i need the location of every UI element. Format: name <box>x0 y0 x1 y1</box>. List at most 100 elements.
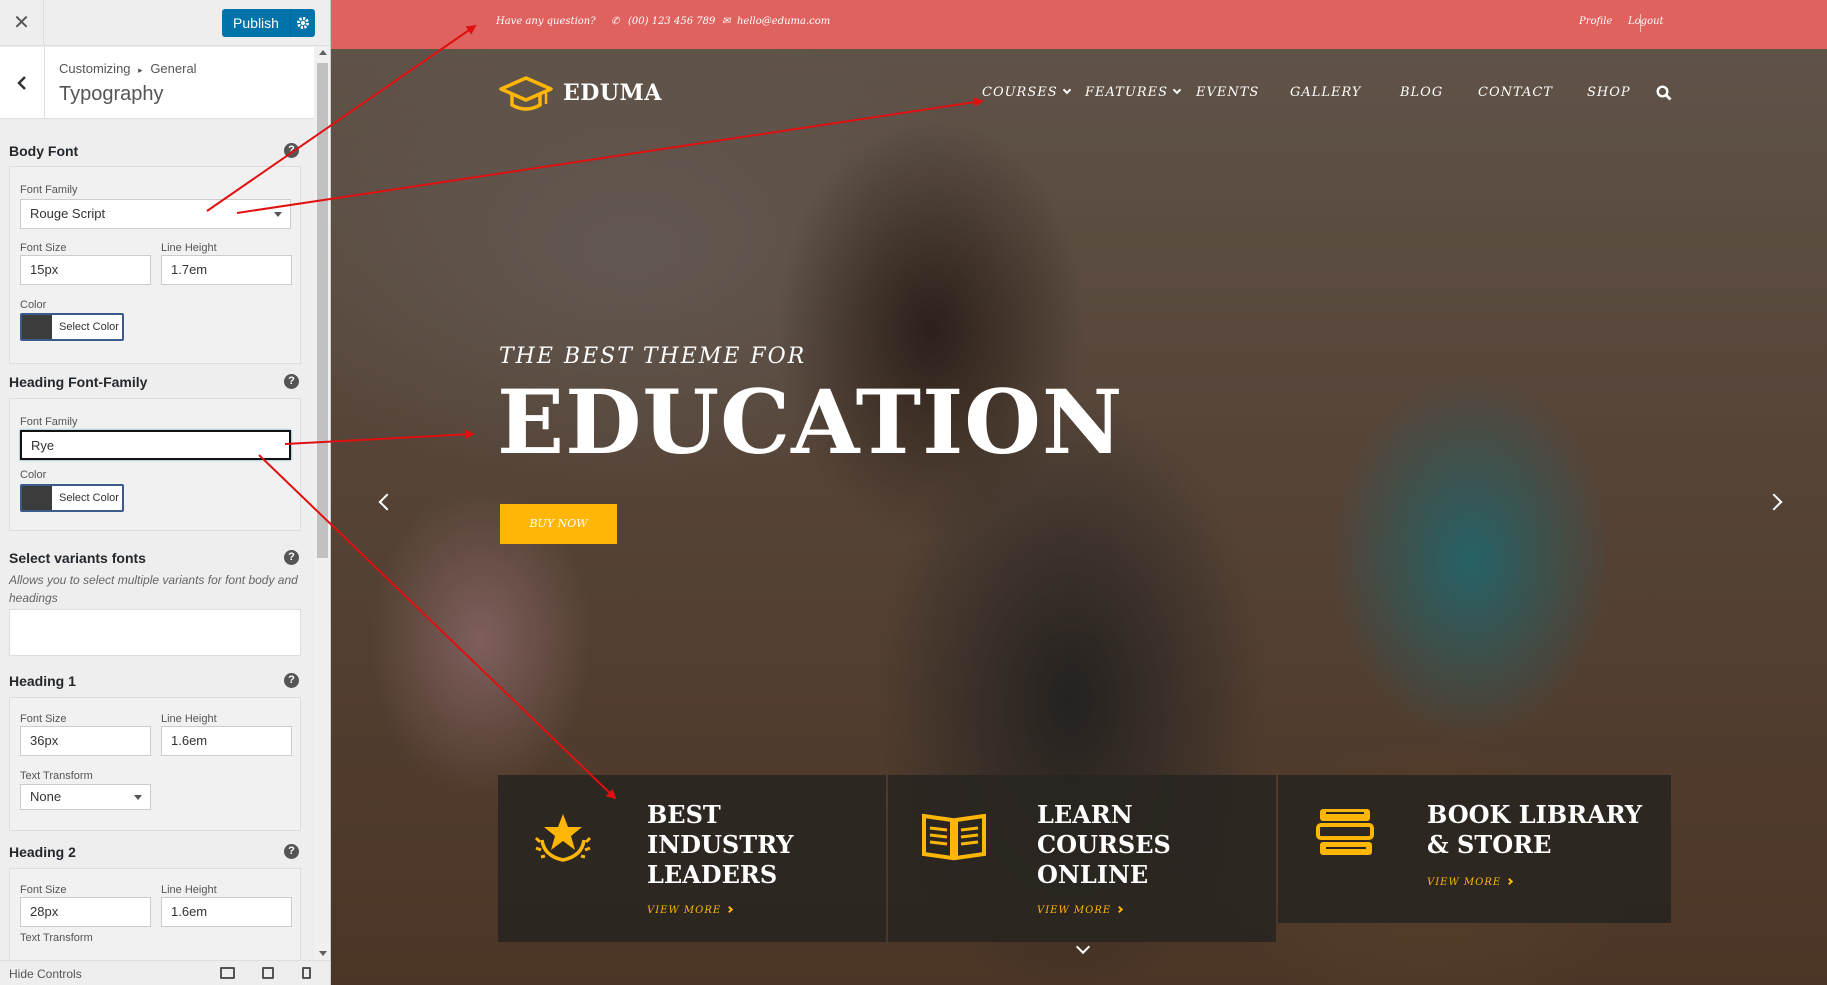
heading1-font-size-input[interactable]: 36px <box>20 726 151 756</box>
chevron-down-icon <box>134 795 142 800</box>
close-icon[interactable]: ✕ <box>0 0 44 46</box>
graduation-cap-icon[interactable] <box>499 75 553 115</box>
variants-title: Select variants fonts <box>9 550 146 566</box>
profile-link[interactable]: Profile <box>1579 16 1612 27</box>
heading2-box: Font Size 28px Line Height 1.6em Text Tr… <box>9 868 301 960</box>
help-icon[interactable]: ? <box>284 374 299 389</box>
variants-select[interactable] <box>9 609 301 656</box>
search-icon[interactable] <box>1656 85 1672 101</box>
color-label: Color <box>20 299 47 311</box>
font-size-label: Font Size <box>20 242 67 254</box>
font-family-label: Font Family <box>20 416 78 428</box>
select-color-label: Select Color <box>59 321 119 333</box>
help-icon[interactable]: ? <box>284 550 299 565</box>
feature-title-line: LEADERS <box>647 860 778 889</box>
heading2-font-size-input[interactable]: 28px <box>20 897 151 927</box>
hero-title: EDUCATION <box>497 370 1124 474</box>
site-logo-text[interactable]: EDUMA <box>563 80 662 106</box>
chevron-left-icon <box>17 76 26 90</box>
breadcrumb-general: General <box>150 61 197 76</box>
site-topbar: Have any question? ✆ (00) 123 456 789 ✉ … <box>331 0 1827 49</box>
chevron-down-icon <box>274 212 282 217</box>
help-icon[interactable]: ? <box>284 844 299 859</box>
feature-title: BOOK LIBRARY & STORE <box>1427 800 1642 860</box>
nav-events[interactable]: EVENTS <box>1196 85 1259 100</box>
nav-shop[interactable]: SHOP <box>1587 85 1631 100</box>
view-more-label: VIEW MORE <box>647 905 722 916</box>
heading-font-box: Font Family Rye Color Select Color <box>9 398 301 531</box>
heading1-text-transform-select[interactable]: None <box>20 784 151 810</box>
open-book-icon <box>922 813 986 861</box>
help-icon[interactable]: ? <box>284 143 299 158</box>
text-transform-value: None <box>30 789 62 804</box>
line-height-label: Line Height <box>161 242 217 254</box>
feature-title-line: LEARN <box>1037 800 1133 829</box>
scroll-down-arrow-icon[interactable] <box>319 951 327 956</box>
hide-controls-button[interactable]: Hide Controls <box>9 967 82 981</box>
customizer-footer: Hide Controls <box>0 960 330 985</box>
nav-features[interactable]: FEATURES <box>1085 85 1182 100</box>
section-header: Customizing ▸ General Typography <box>0 47 314 119</box>
heading2-line-height-input[interactable]: 1.6em <box>161 897 292 927</box>
controls-list[interactable]: Body Font ? Font Family Rouge Script Fon… <box>0 120 314 960</box>
view-more-link[interactable]: VIEW MORE <box>1427 877 1514 888</box>
text-transform-label: Text Transform <box>20 770 93 782</box>
feature-title-line: BOOK LIBRARY <box>1427 800 1643 829</box>
feature-title-line: & STORE <box>1427 830 1552 859</box>
body-font-size-input[interactable]: 15px <box>20 255 151 285</box>
heading1-box: Font Size 36px Line Height 1.6em Text Tr… <box>9 697 301 831</box>
heading-font-title: Heading Font-Family <box>9 374 148 390</box>
chevron-right-icon <box>726 905 734 914</box>
nav-gallery[interactable]: GALLERY <box>1290 85 1362 100</box>
heading-color-picker[interactable]: Select Color <box>20 484 124 512</box>
line-height-label: Line Height <box>161 713 217 725</box>
heading2-title: Heading 2 <box>9 844 76 860</box>
color-swatch <box>22 486 52 510</box>
nav-features-label: FEATURES <box>1085 85 1168 100</box>
feature-box-courses[interactable]: LEARN COURSES ONLINE VIEW MORE <box>888 775 1276 942</box>
mobile-preview-icon[interactable] <box>302 967 311 979</box>
chevron-down-icon <box>1062 85 1071 95</box>
nav-courses[interactable]: COURSES <box>982 85 1071 100</box>
view-more-link[interactable]: VIEW MORE <box>1037 905 1124 916</box>
nav-blog[interactable]: BLOG <box>1400 85 1443 100</box>
publish-button[interactable]: Publish <box>222 9 290 37</box>
scroll-up-arrow-icon[interactable] <box>319 50 327 55</box>
view-more-label: VIEW MORE <box>1037 905 1112 916</box>
heading1-title: Heading 1 <box>9 673 76 689</box>
body-font-family-select[interactable]: Rouge Script <box>20 199 291 229</box>
nav-contact[interactable]: CONTACT <box>1478 85 1553 100</box>
view-more-label: VIEW MORE <box>1427 877 1502 888</box>
breadcrumb-separator: ▸ <box>138 65 143 75</box>
topbar-question: Have any question? <box>496 16 596 27</box>
view-more-link[interactable]: VIEW MORE <box>647 905 734 916</box>
scrollbar-thumb[interactable] <box>317 63 328 558</box>
nav-courses-label: COURSES <box>982 85 1058 100</box>
breadcrumb-customizing: Customizing <box>59 61 131 76</box>
tablet-preview-icon[interactable] <box>262 967 274 979</box>
topbar-phone[interactable]: (00) 123 456 789 <box>628 16 715 27</box>
body-font-title: Body Font <box>9 143 79 159</box>
body-color-picker[interactable]: Select Color <box>20 313 124 341</box>
feature-title: LEARN COURSES ONLINE <box>1037 800 1171 890</box>
help-icon[interactable]: ? <box>284 673 299 688</box>
heading1-line-height-input[interactable]: 1.6em <box>161 726 292 756</box>
logout-link[interactable]: Logout <box>1628 16 1664 27</box>
buy-now-button[interactable]: BUY NOW <box>500 504 617 544</box>
font-size-label: Font Size <box>20 713 67 725</box>
site-preview: Have any question? ✆ (00) 123 456 789 ✉ … <box>331 0 1827 985</box>
desktop-preview-icon[interactable] <box>220 967 235 979</box>
feature-box-leaders[interactable]: BEST INDUSTRY LEADERS VIEW MORE <box>498 775 886 942</box>
chevron-down-icon <box>1172 85 1182 95</box>
body-font-family-value: Rouge Script <box>30 206 106 221</box>
panel-scrollbar[interactable] <box>314 47 330 960</box>
topbar-email[interactable]: hello@eduma.com <box>737 16 830 27</box>
color-swatch <box>22 315 52 339</box>
heading-font-family-input[interactable]: Rye <box>20 430 291 460</box>
hero-subtitle: THE BEST THEME FOR <box>499 344 807 369</box>
feature-box-library[interactable]: BOOK LIBRARY & STORE VIEW MORE <box>1278 775 1671 923</box>
back-button[interactable] <box>0 47 45 119</box>
publish-settings-gear-icon[interactable] <box>290 9 315 37</box>
body-line-height-input[interactable]: 1.7em <box>161 255 292 285</box>
font-size-label: Font Size <box>20 884 67 896</box>
